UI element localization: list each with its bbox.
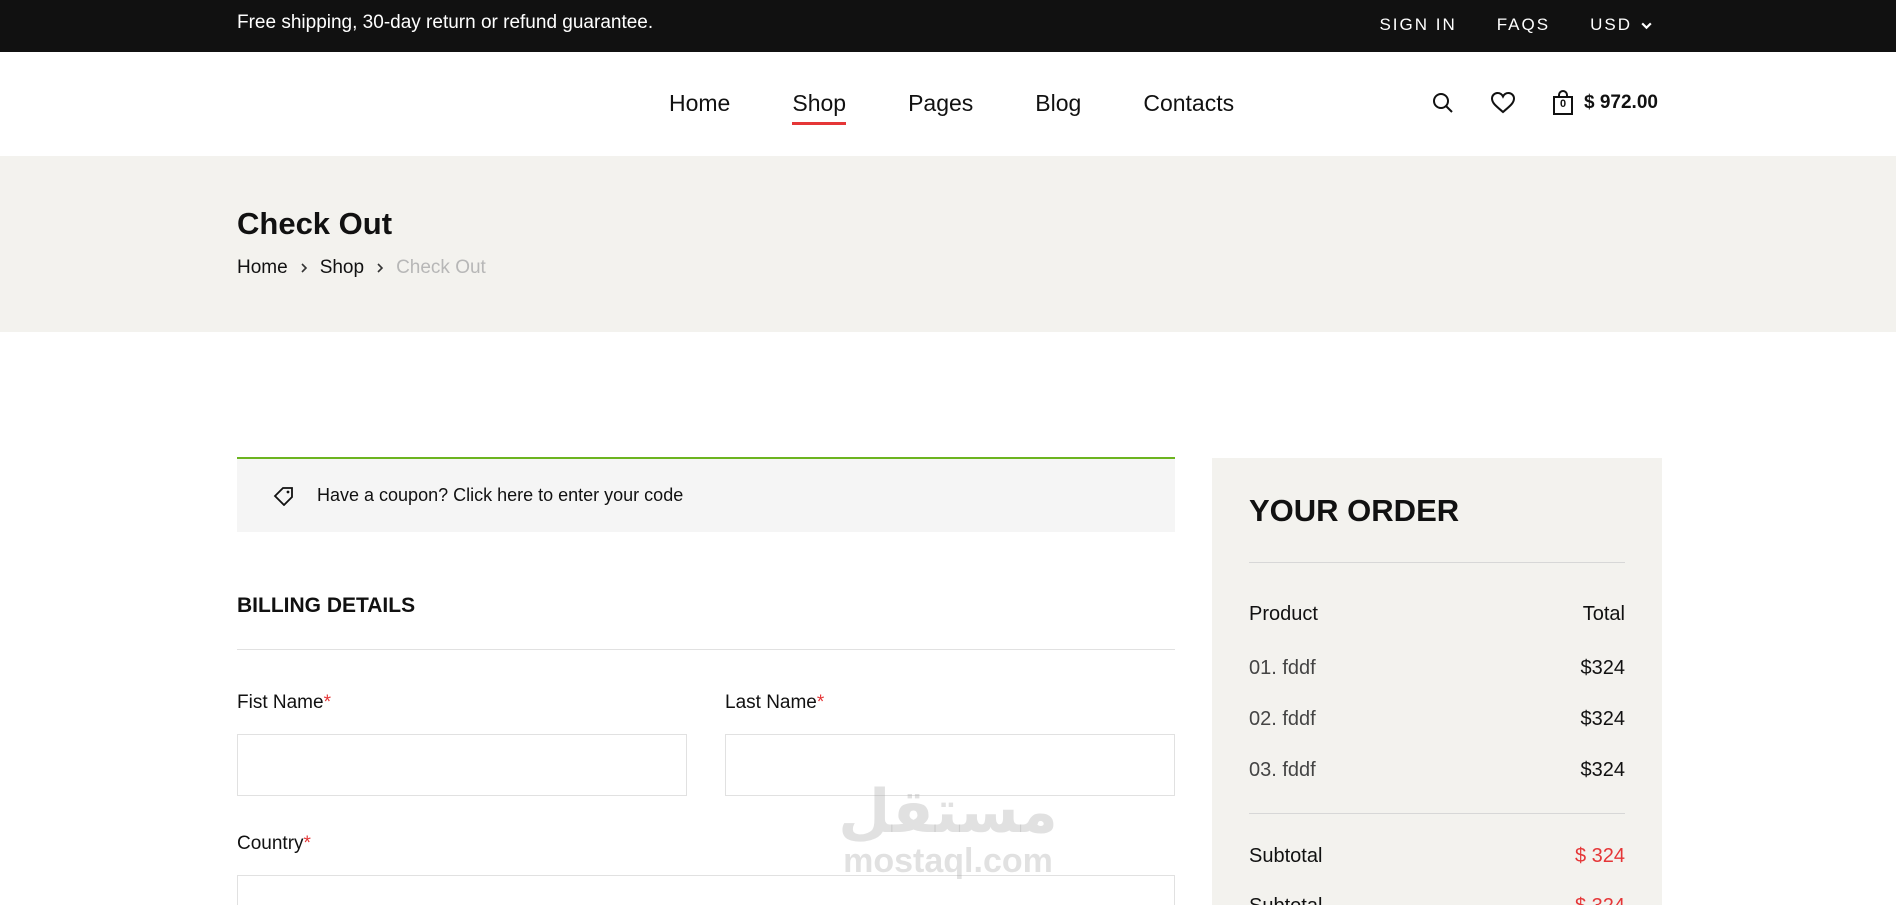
total-header: Total (1582, 603, 1625, 625)
order-item-price: $324 (1580, 657, 1626, 679)
watermark: مستقل mostaql.com (833, 780, 1063, 878)
order-item-name: 03. fddf (1249, 759, 1316, 781)
order-item-name: 01. fddf (1249, 657, 1316, 679)
order-item-name: 02. fddf (1249, 708, 1316, 730)
coupon-text[interactable]: Have a coupon? Click here to enter your … (317, 485, 683, 506)
nav-pages[interactable]: Pages (908, 90, 973, 117)
country-label-text: Country (237, 833, 304, 854)
total-label: Subtotal (1249, 895, 1322, 905)
last-name-label: Last Name* (725, 692, 824, 714)
billing-divider (237, 649, 1175, 650)
order-divider (1249, 813, 1625, 814)
breadcrumb-shop[interactable]: Shop (320, 257, 364, 279)
subtotal-label: Subtotal (1249, 845, 1323, 867)
last-name-label-text: Last Name (725, 692, 817, 713)
subtotal-row: Subtotal $ 324 (1249, 845, 1625, 868)
main-nav: Home Shop Pages Blog Contacts (669, 90, 1234, 125)
chevron-down-icon (1641, 22, 1652, 29)
breadcrumb-home[interactable]: Home (237, 257, 288, 279)
required-mark: * (323, 692, 331, 713)
first-name-label: Fist Name* (237, 692, 331, 714)
order-header-row: Product Total (1249, 603, 1625, 626)
currency-select[interactable]: USD (1590, 15, 1653, 35)
heart-icon[interactable] (1490, 90, 1516, 116)
chevron-right-icon (301, 263, 307, 273)
top-links: SIGN IN FAQS USD (1379, 15, 1653, 35)
order-summary: YOUR ORDER Product Total 01. fddf $324 0… (1212, 458, 1662, 905)
subtotal-value: $ 324 (1574, 845, 1625, 867)
sign-in-link[interactable]: SIGN IN (1379, 15, 1456, 35)
nav-shop[interactable]: Shop (792, 90, 846, 125)
nav-blog[interactable]: Blog (1035, 90, 1081, 117)
tag-icon (273, 486, 295, 506)
required-mark: * (303, 833, 311, 854)
order-item: 01. fddf $324 (1249, 657, 1625, 680)
main-header: Home Shop Pages Blog Contacts 0 $ 972.00 (0, 52, 1896, 156)
shopping-bag-icon[interactable]: 0 (1550, 90, 1576, 116)
order-item-price: $324 (1580, 708, 1626, 730)
chevron-right-icon (377, 263, 384, 273)
faqs-link[interactable]: FAQS (1497, 15, 1550, 35)
coupon-notice[interactable]: Have a coupon? Click here to enter your … (237, 457, 1175, 532)
cart-total[interactable]: $ 972.00 (1584, 92, 1658, 114)
total-row: Subtotal $ 324 (1249, 895, 1625, 905)
page-title: Check Out (237, 206, 393, 241)
nav-contacts[interactable]: Contacts (1143, 90, 1234, 117)
order-divider (1249, 562, 1625, 563)
watermark-arabic: مستقل (838, 777, 1058, 847)
order-item-price: $324 (1580, 759, 1626, 781)
currency-label: USD (1590, 15, 1632, 34)
billing-title: BILLING DETAILS (237, 594, 416, 617)
promo-text: Free shipping, 30-day return or refund g… (237, 12, 654, 33)
breadcrumb: Home Shop Check Out (237, 257, 486, 279)
page-hero: Check Out Home Shop Check Out (0, 156, 1896, 332)
first-name-field[interactable] (237, 734, 687, 796)
top-bar: Free shipping, 30-day return or refund g… (0, 0, 1896, 52)
header-actions: 0 $ 972.00 (1430, 90, 1658, 116)
order-item: 02. fddf $324 (1249, 708, 1625, 731)
order-item: 03. fddf $324 (1249, 759, 1625, 782)
required-mark: * (816, 692, 825, 713)
nav-home[interactable]: Home (669, 90, 730, 117)
search-icon[interactable] (1430, 90, 1456, 116)
product-header: Product (1249, 603, 1318, 625)
breadcrumb-current: Check Out (396, 257, 486, 278)
watermark-latin: mostaql.com (843, 842, 1053, 880)
cart-count: 0 (1559, 98, 1567, 110)
country-label: Country* (237, 833, 311, 855)
order-title: YOUR ORDER (1249, 493, 1460, 528)
first-name-label-text: Fist Name (237, 692, 324, 713)
total-value: $ 324 (1575, 895, 1625, 905)
